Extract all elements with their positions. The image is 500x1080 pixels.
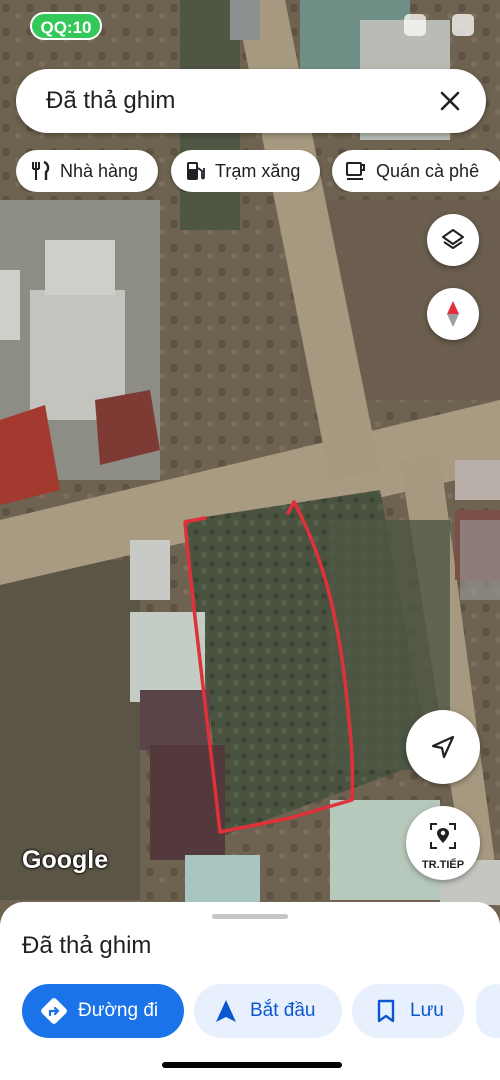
bottom-sheet[interactable]: Đã thả ghim Đường đi Bắt đầu Lưu [0,902,500,1080]
chip-restaurants[interactable]: Nhà hàng [16,150,158,192]
my-location-button[interactable] [406,710,480,784]
chip-label: Nhà hàng [60,160,139,181]
more-actions-button[interactable] [476,984,500,1038]
status-icon [404,14,426,36]
chip-cafes[interactable]: Quán cà phê [332,150,500,192]
save-button[interactable]: Lưu [352,984,464,1038]
home-indicator [162,1062,342,1068]
navigate-label: TR.TIẾP [421,859,465,871]
place-title: Đã thả ghim [22,932,152,959]
action-row: Đường đi Bắt đầu Lưu [22,984,500,1038]
action-label: Lưu [410,1000,444,1021]
action-label: Bắt đầu [250,1000,316,1021]
layers-icon [442,229,464,249]
close-button[interactable] [432,83,468,119]
start-button[interactable]: Bắt đầu [194,984,342,1038]
navigate-button[interactable]: TR.TIẾP [406,806,480,880]
directions-button[interactable]: Đường đi [22,984,184,1038]
chip-label: Quán cà phê [376,160,480,181]
chip-gas-stations[interactable]: Trạm xăng [171,150,320,192]
bookmark-icon [372,997,400,1025]
my-location-icon [431,735,455,759]
status-icon [452,14,474,36]
close-icon [440,91,460,111]
status-time: QQ:10 [40,18,92,37]
action-label: Đường đi [78,1000,159,1021]
location-scan-icon [430,823,456,849]
chip-label: Trạm xăng [215,160,301,181]
gas-station-icon [183,159,207,183]
compass-icon [447,301,459,327]
category-chips: Nhà hàng Trạm xăng Quán cà phê [16,150,500,192]
coffee-icon [344,159,368,183]
status-time-pill: QQ:10 [30,12,102,40]
search-query[interactable]: Đã thả ghim [46,87,175,115]
layers-button[interactable] [427,214,479,266]
sheet-grabber[interactable] [212,914,288,919]
compass-button[interactable] [427,288,479,340]
google-logo: Google [22,846,109,874]
search-bar[interactable]: Đã thả ghim [16,69,486,133]
restaurant-icon [28,159,52,183]
directions-icon [40,997,68,1025]
navigation-arrow-icon [212,997,240,1025]
